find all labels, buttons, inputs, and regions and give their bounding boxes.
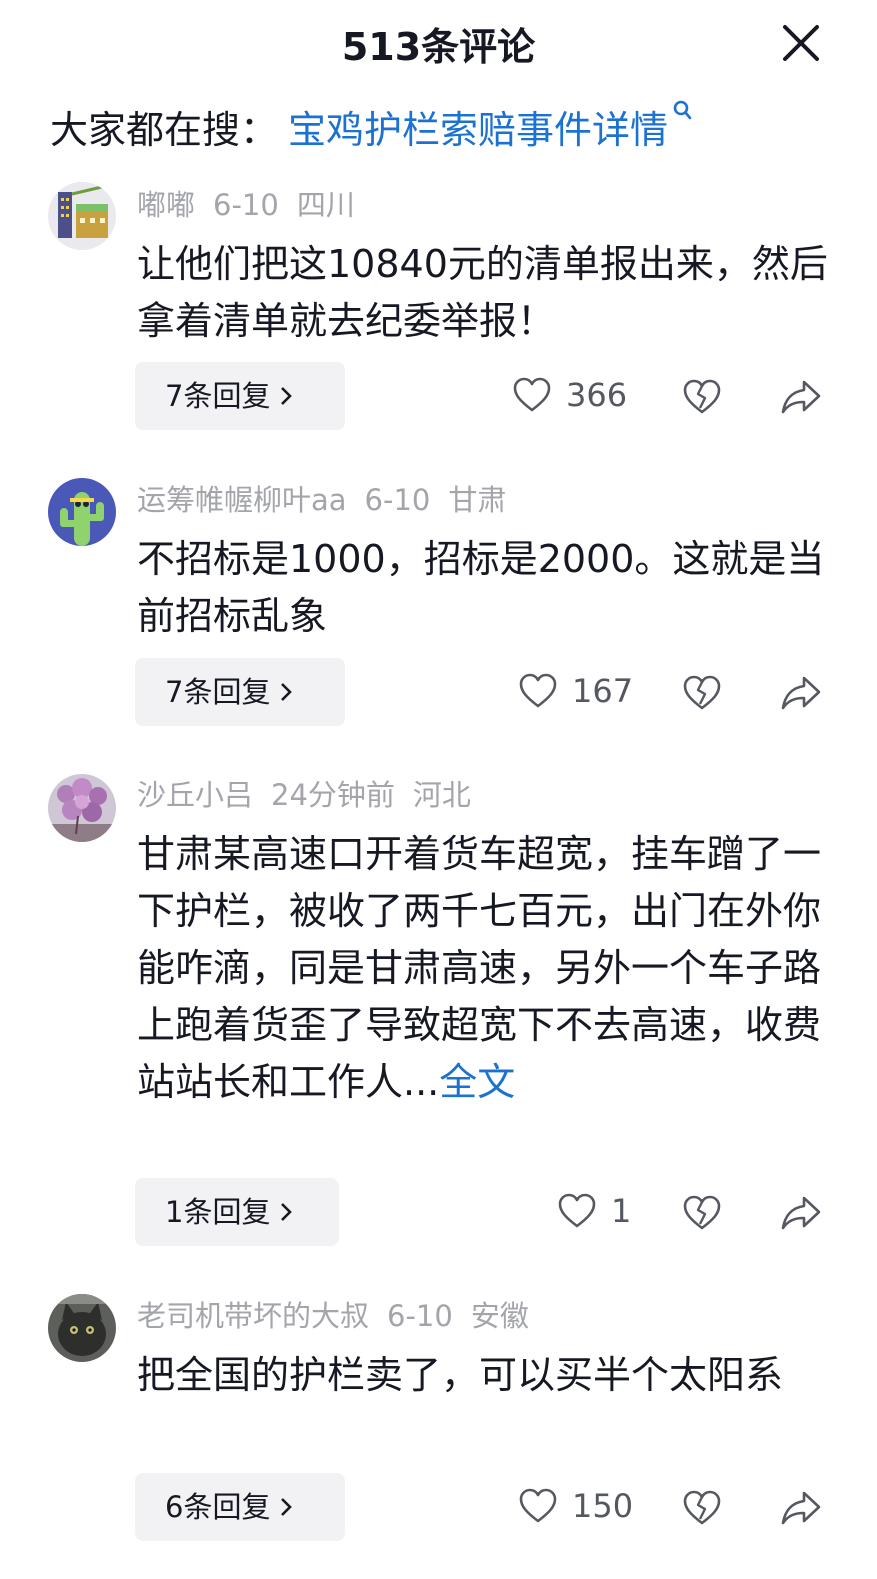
comment-body: 不招标是1000，招标是2000。这就是当前招标乱象 [137, 537, 825, 638]
share-icon[interactable] [780, 377, 822, 417]
comment-body: 让他们把这10840元的清单报出来，然后拿着清单就去纪委举报！ [137, 242, 828, 343]
comments-header: 513条评论 [0, 0, 877, 90]
flower-avatar[interactable] [48, 774, 116, 842]
like-count: 167 [572, 672, 634, 710]
heart-icon [558, 1193, 596, 1228]
trending-search-label: 大家都在搜： [50, 107, 279, 152]
search-icon[interactable] [670, 98, 696, 124]
like-count: 1 [611, 1192, 632, 1230]
comment-meta: 嘟嘟 6-10 四川 [137, 184, 373, 226]
comment-meta: 运筹帷幄柳叶aa 6-10 甘肃 [137, 479, 524, 521]
comment-username[interactable]: 老司机带坏的大叔 [137, 1299, 369, 1333]
like-button[interactable]: 167 [518, 672, 633, 710]
broken-heart-icon[interactable] [682, 1488, 722, 1528]
comment-date: 24分钟前 [271, 778, 395, 812]
reply-count-label: 7条回复 [165, 379, 271, 413]
comment-text: 把全国的护栏卖了，可以买半个太阳系 [137, 1347, 837, 1404]
trending-search-link[interactable]: 宝鸡护栏索赔事件详情 [288, 99, 668, 154]
chevron-right-icon [281, 387, 293, 405]
comment-location: 四川 [296, 188, 355, 222]
view-replies-button[interactable]: 7条回复 [135, 362, 345, 430]
heart-icon [513, 377, 551, 412]
comment-count-title: 513条评论 [341, 25, 536, 69]
like-count: 150 [572, 1487, 634, 1525]
comment-meta: 沙丘小吕 24分钟前 河北 [137, 774, 489, 816]
comment-username[interactable]: 沙丘小吕 [137, 778, 253, 812]
like-count: 366 [566, 376, 628, 414]
view-replies-button[interactable]: 7条回复 [135, 658, 345, 726]
like-button[interactable]: 366 [512, 376, 627, 414]
share-icon[interactable] [780, 1193, 822, 1233]
broken-heart-icon[interactable] [682, 377, 722, 417]
comment-date: 6-10 [213, 188, 279, 222]
like-button[interactable]: 1 [557, 1192, 631, 1230]
comment-date: 6-10 [387, 1299, 453, 1333]
expand-full-text-link[interactable]: 全文 [439, 1060, 515, 1104]
broken-heart-icon[interactable] [682, 1193, 722, 1233]
comment-meta: 老司机带坏的大叔 6-10 安徽 [137, 1295, 547, 1337]
building-avatar[interactable] [48, 182, 116, 250]
cat-avatar[interactable] [48, 1294, 116, 1362]
trending-search: 大家都在搜： 宝鸡护栏索赔事件详情 [50, 96, 696, 156]
share-icon[interactable] [780, 1488, 822, 1528]
comment-text: 让他们把这10840元的清单报出来，然后拿着清单就去纪委举报！ [137, 236, 837, 350]
heart-icon [519, 673, 557, 708]
view-replies-button[interactable]: 1条回复 [135, 1178, 339, 1246]
comment-body: 把全国的护栏卖了，可以买半个太阳系 [137, 1353, 784, 1397]
comment-date: 6-10 [364, 483, 431, 517]
heart-icon [519, 1488, 557, 1523]
comment-username[interactable]: 运筹帷幄柳叶aa [137, 483, 347, 517]
comment-location: 安徽 [470, 1299, 529, 1333]
chevron-right-icon [281, 683, 293, 701]
reply-count-label: 1条回复 [165, 1195, 271, 1229]
comment-username[interactable]: 嘟嘟 [137, 188, 195, 222]
cactus-avatar[interactable] [48, 478, 116, 546]
chevron-right-icon [281, 1203, 293, 1221]
comment-location: 河北 [412, 778, 471, 812]
view-replies-button[interactable]: 6条回复 [135, 1473, 345, 1541]
reply-count-label: 7条回复 [165, 675, 271, 709]
reply-count-label: 6条回复 [165, 1490, 271, 1524]
chevron-right-icon [281, 1498, 293, 1516]
comment-text: 甘肃某高速口开着货车超宽，挂车蹭了一下护栏，被收了两千七百元，出门在外你能咋滴，… [137, 826, 837, 1111]
close-icon[interactable] [776, 18, 826, 68]
comment-text: 不招标是1000，招标是2000。这就是当前招标乱象 [137, 531, 837, 645]
share-icon[interactable] [780, 673, 822, 713]
broken-heart-icon[interactable] [682, 673, 722, 713]
comment-location: 甘肃 [448, 483, 507, 517]
like-button[interactable]: 150 [518, 1487, 633, 1525]
